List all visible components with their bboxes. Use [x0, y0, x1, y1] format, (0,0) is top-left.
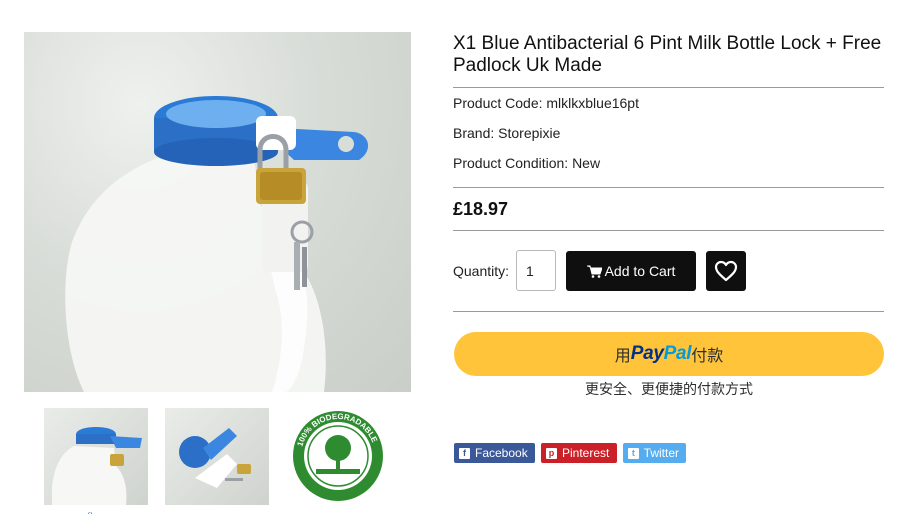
share-twitter-button[interactable]: t Twitter — [623, 443, 686, 463]
product-price: £18.97 — [453, 199, 509, 219]
thumbnail-biodegradable-badge[interactable]: 100% BIODEGRADABLE — [289, 408, 387, 505]
paypal-suffix: 付款 — [691, 348, 724, 365]
share-twitter-label: Twitter — [643, 446, 679, 460]
share-facebook-button[interactable]: f Facebook — [454, 443, 535, 463]
product-title: X1 Blue Antibacterial 6 Pint Milk Bottle… — [453, 33, 882, 76]
product-condition: Product Condition: New — [453, 155, 601, 171]
facebook-icon: f — [459, 447, 470, 459]
product-brand: Brand: Storepixie — [453, 125, 561, 141]
thumbnail-lock-parts[interactable] — [165, 408, 269, 505]
thumbnail-bottle-lock[interactable] — [44, 408, 148, 505]
paypal-logo-pal: Pal — [663, 343, 692, 364]
pinterest-icon: p — [546, 447, 557, 459]
share-pinterest-label: Pinterest — [562, 446, 610, 460]
divider — [453, 187, 884, 188]
add-to-cart-label: Add to Cart — [604, 263, 676, 279]
wishlist-button[interactable] — [706, 251, 746, 291]
heart-icon — [714, 260, 738, 282]
paypal-tagline: 更安全、更便捷的付款方式 — [585, 381, 753, 397]
paypal-prefix: 用 — [614, 348, 631, 365]
shopping-cart-icon — [586, 265, 602, 278]
paypal-logo: PayPal — [631, 343, 692, 365]
product-code: Product Code: mlklkxblue16pt — [453, 95, 639, 111]
thumbnail-indicator: ^ — [88, 512, 108, 516]
divider — [453, 87, 884, 88]
add-to-cart-button[interactable]: Add to Cart — [566, 251, 696, 291]
quantity-input[interactable] — [516, 250, 556, 291]
paypal-logo-pay: Pay — [630, 343, 664, 364]
share-pinterest-button[interactable]: p Pinterest — [541, 443, 617, 463]
quantity-label: Quantity: — [453, 263, 510, 279]
paypal-checkout-button[interactable]: 用 PayPal 付款 — [454, 332, 884, 376]
divider — [453, 311, 884, 312]
share-facebook-label: Facebook — [475, 446, 528, 460]
twitter-icon: t — [628, 447, 639, 459]
main-product-image[interactable] — [24, 32, 411, 392]
divider — [453, 230, 884, 231]
